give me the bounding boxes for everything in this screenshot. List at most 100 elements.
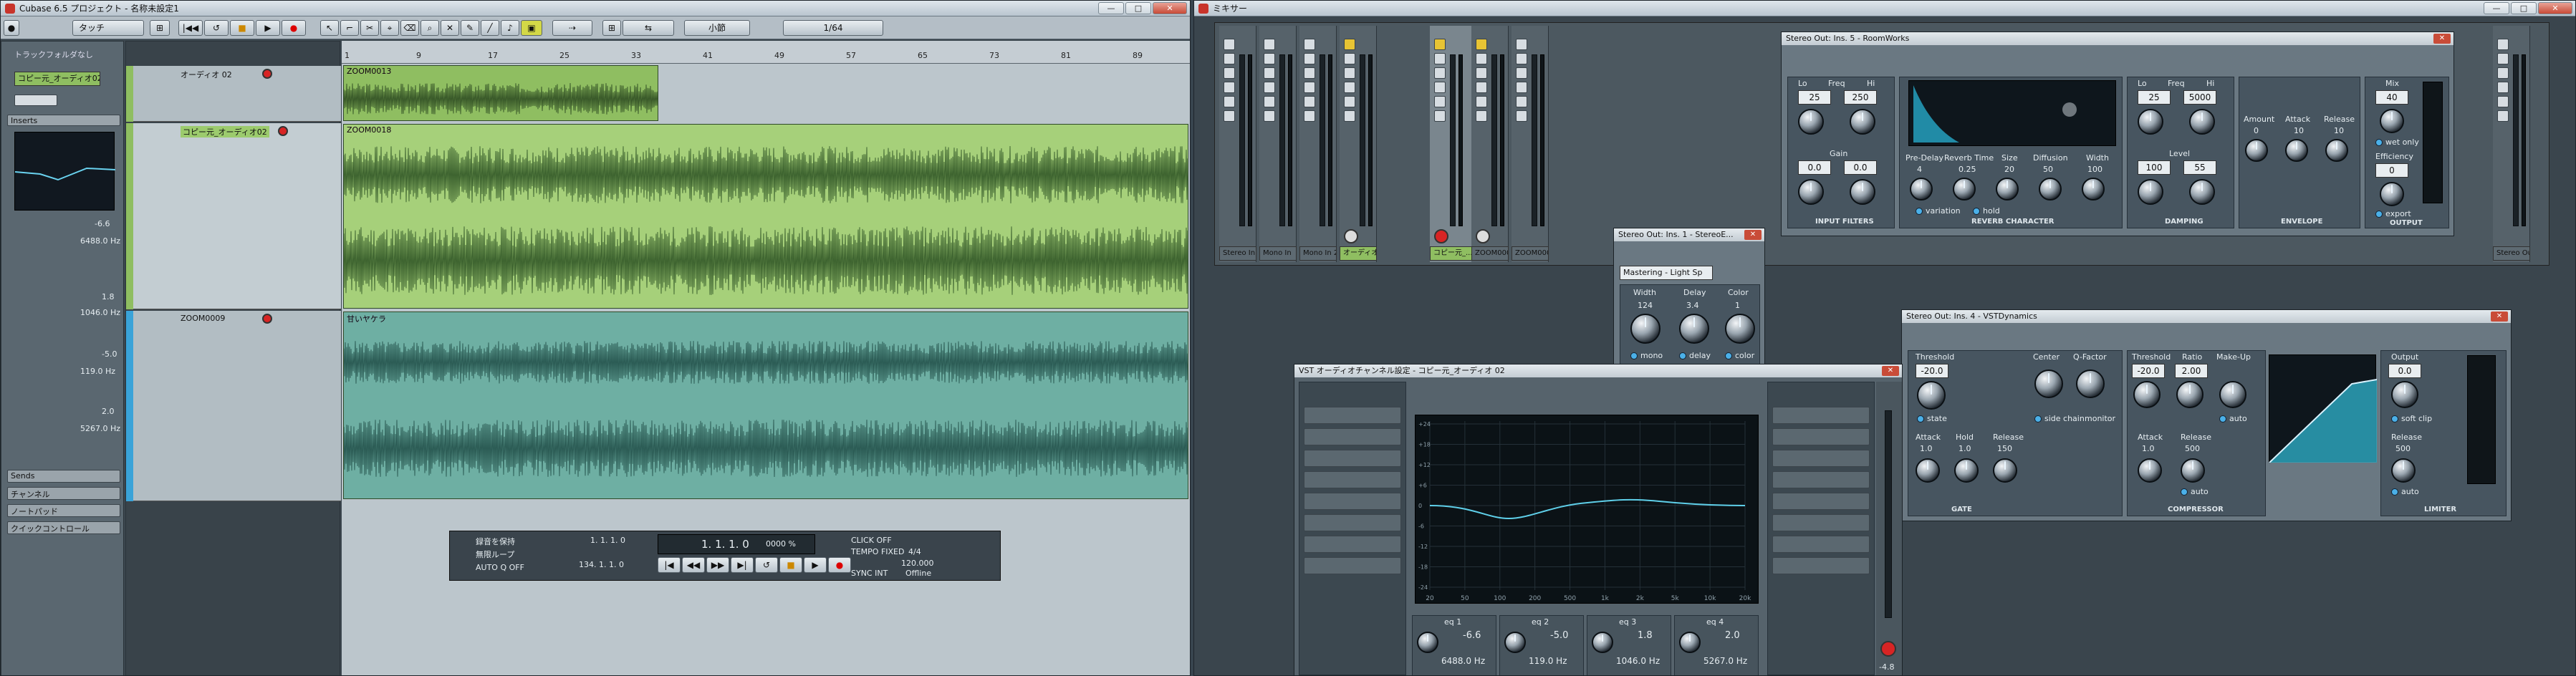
- gate-attack-value[interactable]: 1.0: [1920, 444, 1933, 453]
- close-button[interactable]: ✕: [2491, 312, 2508, 322]
- mix-value[interactable]: 40: [2375, 90, 2408, 105]
- glue-tool[interactable]: ⌖: [380, 20, 399, 36]
- inspector-channel-header[interactable]: チャンネル: [7, 487, 120, 500]
- inspector-notepad-header[interactable]: ノートパッド: [7, 504, 120, 517]
- ratio-value[interactable]: 2.00: [2175, 364, 2208, 378]
- eq-curve[interactable]: [1429, 498, 1746, 520]
- mute-button[interactable]: [1476, 39, 1487, 50]
- side-chain-led[interactable]: [2034, 415, 2042, 422]
- lo-gain-knob[interactable]: [1798, 179, 1824, 205]
- stop-button[interactable]: ■: [230, 20, 254, 36]
- edit-button[interactable]: [1224, 110, 1235, 122]
- record-enable-button[interactable]: [262, 69, 272, 79]
- gate-release-value[interactable]: 150: [1997, 444, 2012, 453]
- attack-knob[interactable]: [2285, 139, 2308, 162]
- comp-attack-knob[interactable]: [2138, 458, 2162, 483]
- release-auto-led[interactable]: [2181, 488, 2188, 496]
- constrain-delay-button[interactable]: ⊞: [150, 20, 170, 36]
- listen-button[interactable]: [1264, 67, 1275, 79]
- goto-start-button[interactable]: |◀: [658, 557, 681, 573]
- track-name[interactable]: オーディオ 02: [181, 69, 232, 80]
- make-up-auto-led[interactable]: [2219, 415, 2226, 422]
- fader-value[interactable]: -4.8: [1879, 662, 1894, 672]
- limiter-auto-led[interactable]: [2391, 488, 2398, 496]
- cycle-mode-label[interactable]: 無限ループ: [476, 549, 514, 560]
- gate-release-knob[interactable]: [1993, 458, 2017, 483]
- comp-release-value[interactable]: 500: [2185, 444, 2200, 453]
- read-button[interactable]: [2497, 82, 2509, 93]
- read-button[interactable]: [1476, 82, 1487, 93]
- attack-value[interactable]: 10: [2294, 126, 2304, 135]
- state-led[interactable]: [1917, 415, 1924, 422]
- width-knob[interactable]: [2082, 178, 2105, 201]
- play-button[interactable]: ▶: [804, 557, 827, 573]
- record-enable-button[interactable]: [1880, 641, 1896, 657]
- damp-level-hi-value[interactable]: 55: [2183, 160, 2216, 175]
- read-button[interactable]: [1434, 82, 1446, 93]
- listen-button[interactable]: [1476, 67, 1487, 79]
- listen-button[interactable]: [1516, 67, 1527, 79]
- track-name[interactable]: ZOOM0009: [181, 314, 225, 323]
- write-button[interactable]: [2497, 96, 2509, 107]
- channel-fader[interactable]: [1885, 410, 1892, 618]
- reverb-time-value[interactable]: 0.25: [1959, 165, 1976, 174]
- channel-name[interactable]: Mono In 2: [1299, 246, 1337, 261]
- channel-fader[interactable]: [2513, 54, 2519, 226]
- record-enable-button[interactable]: [1476, 229, 1490, 243]
- snap-button[interactable]: ⊞: [602, 20, 621, 36]
- eq-band-gain[interactable]: -5.0: [1550, 630, 1568, 641]
- tempo-value[interactable]: 120.000: [901, 559, 934, 568]
- solo-button[interactable]: [1476, 53, 1487, 64]
- gate-attack-knob[interactable]: [1916, 458, 1940, 483]
- channel-fader[interactable]: [1320, 54, 1325, 226]
- close-button[interactable]: ✕: [1153, 2, 1187, 14]
- limiter-release-value[interactable]: 500: [2395, 444, 2411, 453]
- eq-band-label[interactable]: eq 1: [1444, 617, 1461, 627]
- channel-fader[interactable]: [1239, 54, 1245, 226]
- comp-release-knob[interactable]: [2181, 458, 2205, 483]
- comp-attack-value[interactable]: 1.0: [2142, 444, 2155, 453]
- inspector-inserts-header[interactable]: Inserts: [7, 115, 120, 126]
- mute-button[interactable]: [1516, 39, 1527, 50]
- insert-slot[interactable]: [1304, 471, 1401, 488]
- mix-knob[interactable]: [2380, 109, 2404, 133]
- eq-band-knob[interactable]: [1592, 632, 1613, 653]
- solo-button[interactable]: [1516, 53, 1527, 64]
- rewind-button[interactable]: ◀◀: [682, 557, 705, 573]
- inspector-read-button[interactable]: [14, 95, 57, 106]
- width-value[interactable]: 124: [1638, 301, 1653, 310]
- hold-led[interactable]: [1973, 208, 1980, 215]
- width-knob[interactable]: [1630, 314, 1661, 344]
- variation-led[interactable]: [1916, 208, 1923, 215]
- forward-button[interactable]: ▶▶: [706, 557, 729, 573]
- object-select-tool[interactable]: ↖: [320, 20, 339, 36]
- channel-name[interactable]: コピー元_...: [1430, 246, 1473, 261]
- inspector-quick-controls-header[interactable]: クイックコントロール: [7, 521, 120, 534]
- channel-name[interactable]: Stereo Out: [2493, 246, 2530, 261]
- damp-level-hi-knob[interactable]: [2189, 179, 2215, 205]
- write-button[interactable]: [1224, 96, 1235, 107]
- reverb-time-knob[interactable]: [1953, 178, 1976, 201]
- autoquantize-label[interactable]: AUTO Q OFF: [476, 563, 524, 572]
- damp-level-lo-knob[interactable]: [2138, 179, 2163, 205]
- record-button[interactable]: ●: [828, 557, 851, 573]
- audio-event[interactable]: 甘いヤケラ: [343, 312, 1188, 499]
- record-button[interactable]: ●: [282, 20, 306, 36]
- write-button[interactable]: [1264, 96, 1275, 107]
- lo-cut-value[interactable]: 25: [1798, 90, 1831, 105]
- grid-type-select[interactable]: 小節: [684, 20, 750, 36]
- gate-threshold-value[interactable]: -20.0: [1916, 364, 1948, 378]
- lo-cut-knob[interactable]: [1798, 109, 1824, 135]
- eq-band-label[interactable]: eq 2: [1532, 617, 1549, 627]
- channel-name[interactable]: ZOOM0009: [1471, 246, 1509, 261]
- eq-band-gain[interactable]: 1.8: [1638, 630, 1653, 641]
- diffusion-knob[interactable]: [2039, 178, 2062, 201]
- color-tool[interactable]: ▣: [521, 20, 542, 36]
- eq-band-freq[interactable]: 119.0 Hz: [1529, 656, 1567, 666]
- release-knob[interactable]: [2325, 139, 2348, 162]
- inspector-sends-header[interactable]: Sends: [7, 470, 120, 483]
- split-tool[interactable]: ✂: [360, 20, 379, 36]
- mute-button[interactable]: [1264, 39, 1275, 50]
- play-button[interactable]: ▶: [256, 20, 280, 36]
- read-button[interactable]: [1516, 82, 1527, 93]
